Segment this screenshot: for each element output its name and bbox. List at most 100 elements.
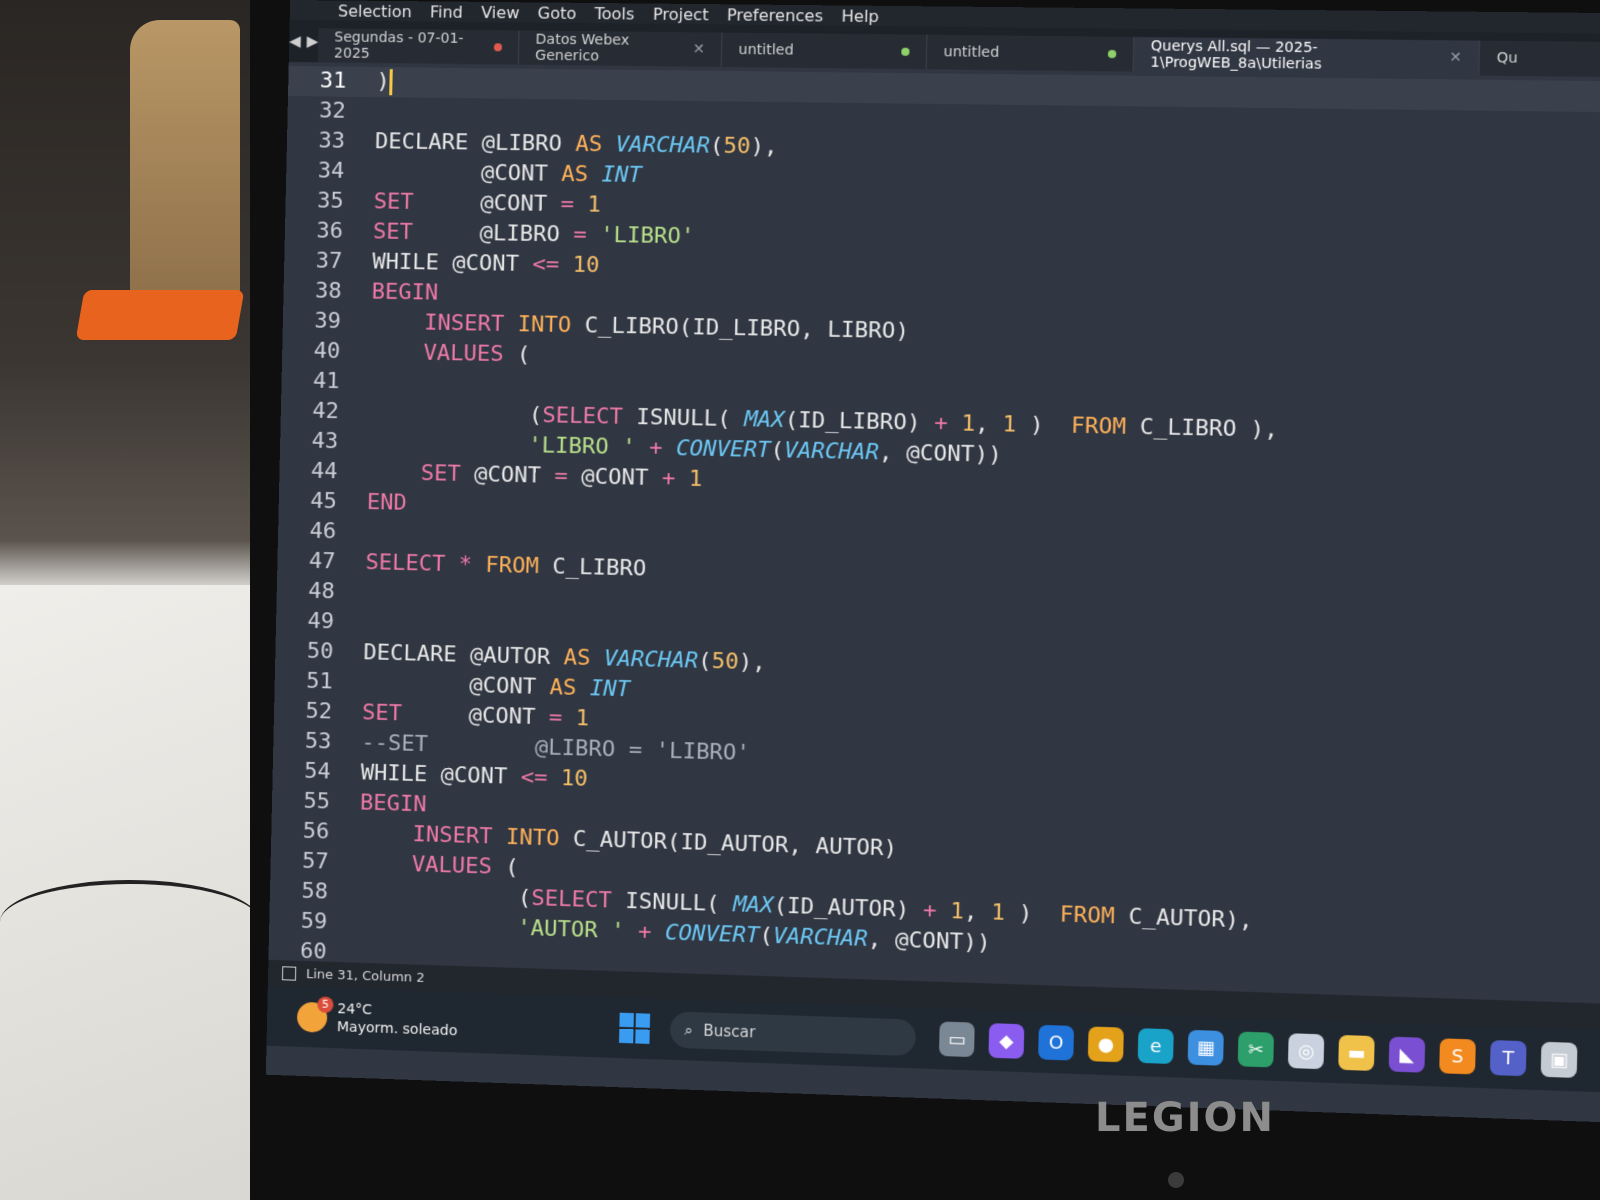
code-text: VALUES ( bbox=[411, 852, 519, 881]
line-number: 53 bbox=[304, 728, 332, 755]
tab-label: Segundas - 07-01-2025 bbox=[333, 29, 464, 62]
weather-widget[interactable]: 5 24°C Mayorm. soleado bbox=[296, 996, 620, 1046]
line-number: 42 bbox=[312, 398, 340, 425]
code-text: END bbox=[366, 489, 408, 516]
panel-toggle-icon[interactable] bbox=[281, 966, 297, 981]
line-number: 37 bbox=[315, 248, 343, 274]
code-text: @CONT AS INT bbox=[362, 670, 631, 703]
menu-item[interactable]: Tools bbox=[594, 4, 634, 24]
unsaved-dot-icon[interactable] bbox=[901, 47, 910, 56]
outlook-icon[interactable]: O bbox=[1038, 1024, 1075, 1061]
line-number: 51 bbox=[305, 668, 334, 695]
search-label: Buscar bbox=[702, 1021, 756, 1042]
store-icon[interactable]: ▦ bbox=[1187, 1029, 1224, 1066]
code-text: SET @CONT = 1 bbox=[373, 189, 602, 218]
line-number: 55 bbox=[303, 788, 331, 815]
close-icon[interactable]: ✕ bbox=[693, 41, 705, 57]
line-number: 35 bbox=[316, 188, 344, 214]
menu-item[interactable]: Preferences bbox=[727, 5, 824, 25]
code-text: VALUES ( bbox=[423, 340, 531, 368]
copilot-icon[interactable]: ◆ bbox=[988, 1023, 1025, 1059]
unsaved-dot-icon[interactable] bbox=[494, 43, 503, 52]
line-number: 40 bbox=[313, 338, 341, 365]
arrow-right-icon[interactable]: ▶ bbox=[307, 32, 319, 50]
taskbar-search[interactable]: ⌕ Buscar bbox=[669, 1011, 917, 1057]
snipping-icon[interactable]: ✂ bbox=[1237, 1031, 1275, 1068]
tab-label: untitled bbox=[738, 41, 794, 59]
notification-badge: 5 bbox=[317, 996, 334, 1014]
line-number: 57 bbox=[301, 848, 329, 875]
line-number: 31 bbox=[319, 68, 347, 94]
line-number: 32 bbox=[318, 98, 346, 124]
menu-item[interactable]: Project bbox=[653, 4, 709, 24]
line-number: 58 bbox=[301, 878, 329, 905]
editor-tab[interactable]: Datos Webex Generico ✕ bbox=[518, 30, 723, 67]
visual-studio-icon[interactable]: ◣ bbox=[1388, 1036, 1426, 1073]
arrow-left-icon[interactable]: ◀ bbox=[289, 32, 301, 50]
tab-label: untitled bbox=[943, 44, 1000, 61]
menu-item[interactable]: Goto bbox=[537, 3, 576, 23]
code-text: BEGIN bbox=[371, 279, 439, 306]
tab-label: Querys All.sql — 2025-1\ProgWEB_8a\Utile… bbox=[1150, 38, 1322, 73]
brand-logo: LEGION bbox=[1095, 1095, 1276, 1141]
code-editor[interactable]: 31) 32 33 DECLARE @LIBRO AS VARCHAR(50), 34 … bbox=[267, 62, 1600, 1038]
laptop-screen: Selection Find View Goto Tools Project Prefere… bbox=[265, 0, 1600, 1124]
code-text: ) bbox=[376, 69, 391, 95]
close-icon[interactable]: ✕ bbox=[1449, 50, 1462, 67]
unsaved-dot-icon[interactable] bbox=[1107, 49, 1117, 59]
line-number: 50 bbox=[306, 638, 334, 665]
line-number: 59 bbox=[300, 908, 328, 935]
menu-item[interactable]: Selection bbox=[338, 1, 412, 21]
line-number: 43 bbox=[311, 428, 339, 455]
code-text: DECLARE @LIBRO AS VARCHAR(50), bbox=[374, 129, 778, 160]
text-cursor bbox=[389, 69, 394, 96]
tab-label: Qu bbox=[1496, 50, 1518, 67]
menu-item[interactable]: View bbox=[481, 2, 520, 21]
cable bbox=[0, 880, 260, 964]
line-number: 44 bbox=[310, 458, 338, 485]
line-number: 54 bbox=[303, 758, 331, 785]
cursor-position: Line 31, Column 2 bbox=[305, 966, 425, 986]
line-number: 33 bbox=[318, 128, 346, 154]
editor-tab[interactable]: Segundas - 07-01-2025 bbox=[317, 28, 520, 65]
folder-icon[interactable]: ▬ bbox=[1338, 1034, 1375, 1071]
menu-item[interactable]: Find bbox=[430, 2, 463, 21]
backpack bbox=[130, 20, 240, 310]
code-text: @CONT AS INT bbox=[374, 159, 643, 189]
menu-item[interactable]: Help bbox=[841, 6, 879, 26]
search-icon: ⌕ bbox=[684, 1020, 694, 1040]
windows-start-icon[interactable] bbox=[618, 1012, 651, 1044]
tab-nav-arrows[interactable]: ◀ ▶ bbox=[289, 20, 319, 62]
line-number: 34 bbox=[317, 158, 345, 184]
line-number: 52 bbox=[305, 698, 333, 725]
editor-tab[interactable]: Qu bbox=[1479, 40, 1600, 78]
line-number: 46 bbox=[309, 518, 337, 545]
code-text: SET @CONT = 1 bbox=[361, 700, 590, 732]
teams-icon[interactable]: T bbox=[1489, 1040, 1527, 1077]
weather-desc: Mayorm. soleado bbox=[336, 1019, 458, 1040]
line-number: 49 bbox=[307, 608, 335, 635]
sublime-icon[interactable]: S bbox=[1439, 1038, 1476, 1075]
chrome-icon[interactable]: ● bbox=[1087, 1026, 1124, 1063]
chair-seat bbox=[75, 290, 245, 340]
code-text: SELECT * FROM C_LIBRO bbox=[365, 550, 647, 582]
sun-icon: 5 bbox=[296, 996, 334, 1033]
code-text: WHILE @CONT <= 10 bbox=[372, 249, 600, 279]
editor-tab[interactable]: untitled bbox=[721, 32, 928, 70]
edge-icon[interactable]: e bbox=[1137, 1028, 1174, 1065]
tool-icon[interactable]: ▣ bbox=[1540, 1041, 1578, 1078]
taskview-icon[interactable]: ▭ bbox=[938, 1021, 975, 1058]
editor-tab[interactable]: Querys All.sql — 2025-1\ProgWEB_8a\Utile… bbox=[1133, 36, 1481, 76]
editor-tab[interactable]: untitled bbox=[926, 34, 1135, 72]
code-text: BEGIN bbox=[359, 790, 427, 818]
code-text: SET @CONT = @CONT + 1 bbox=[420, 460, 703, 493]
photos-icon[interactable]: ◎ bbox=[1287, 1033, 1325, 1070]
code-text: SET @LIBRO = 'LIBRO' bbox=[372, 219, 695, 250]
webcam bbox=[1168, 1172, 1184, 1188]
line-number: 38 bbox=[314, 278, 342, 305]
line-number: 48 bbox=[307, 578, 336, 605]
